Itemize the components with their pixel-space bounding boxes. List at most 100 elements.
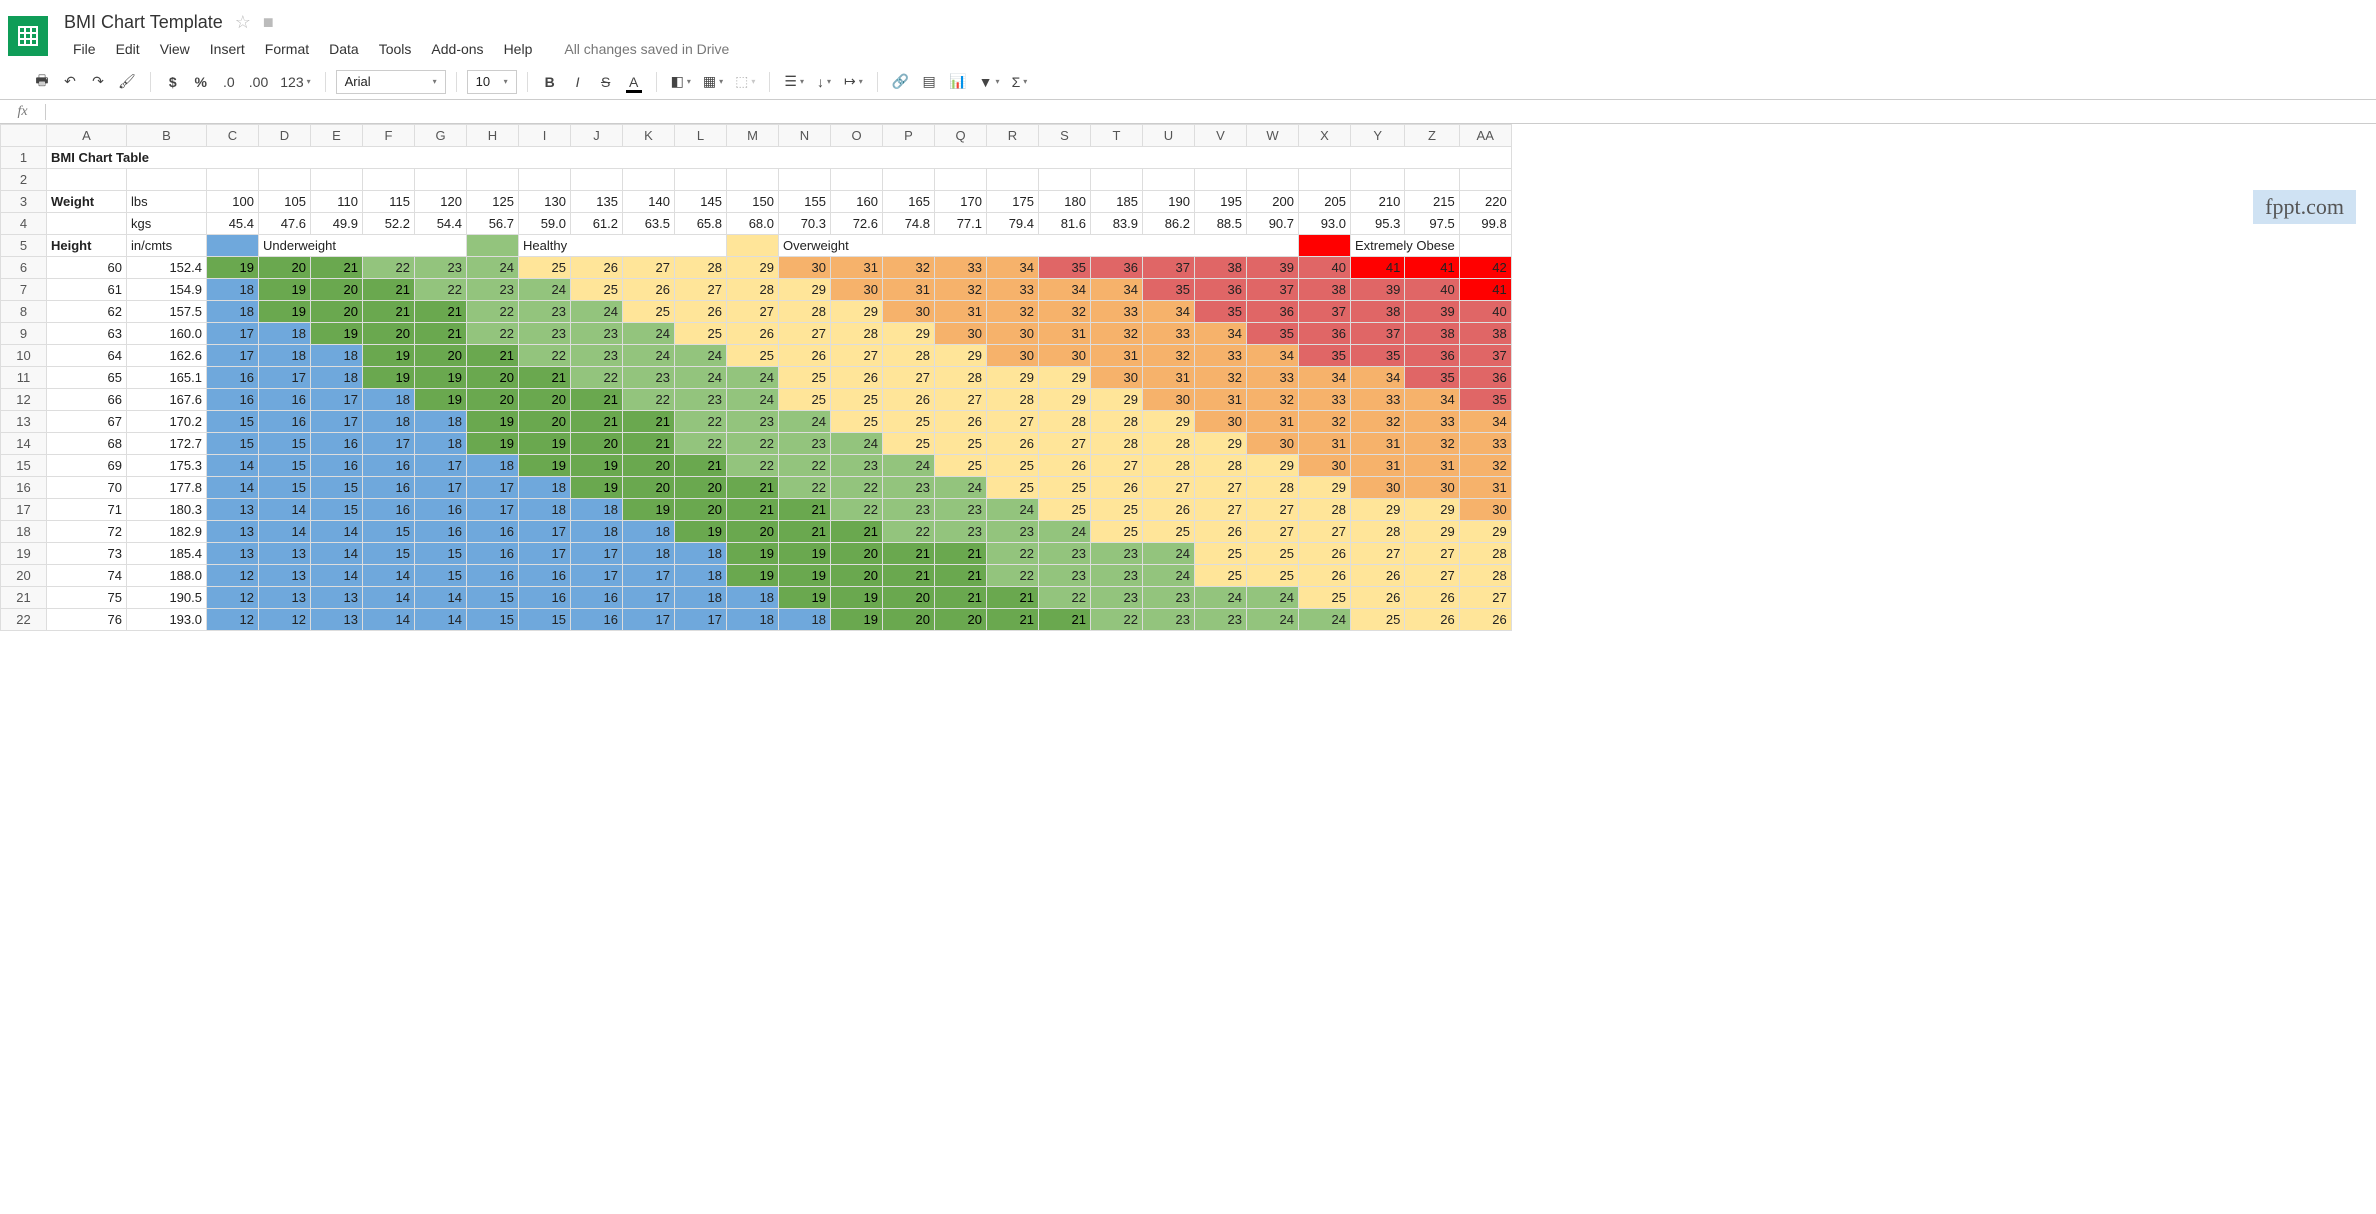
bmi-cell[interactable]: 27 [935, 389, 987, 411]
bmi-cell[interactable]: 26 [571, 257, 623, 279]
bmi-cell[interactable]: 26 [935, 411, 987, 433]
bmi-cell[interactable]: 23 [987, 521, 1039, 543]
bmi-cell[interactable]: 23 [935, 521, 987, 543]
bmi-cell[interactable]: 22 [779, 455, 831, 477]
bmi-cell[interactable]: 22 [831, 477, 883, 499]
bmi-cell[interactable]: 24 [727, 389, 779, 411]
row-header[interactable]: 4 [1, 213, 47, 235]
bmi-cell[interactable]: 41 [1351, 257, 1405, 279]
bmi-cell[interactable]: 26 [1351, 587, 1405, 609]
cell[interactable]: 220 [1459, 191, 1511, 213]
bmi-cell[interactable]: 17 [467, 477, 519, 499]
col-header[interactable]: J [571, 125, 623, 147]
bmi-cell[interactable]: 28 [1091, 433, 1143, 455]
bmi-cell[interactable]: 36 [1247, 301, 1299, 323]
bmi-cell[interactable]: 19 [831, 609, 883, 631]
bmi-cell[interactable]: 24 [571, 301, 623, 323]
bmi-cell[interactable]: 29 [1195, 433, 1247, 455]
bmi-cell[interactable]: 32 [1091, 323, 1143, 345]
bmi-cell[interactable]: 22 [779, 477, 831, 499]
bmi-cell[interactable]: 24 [467, 257, 519, 279]
bmi-cell[interactable]: 24 [1143, 565, 1195, 587]
bmi-cell[interactable]: 19 [363, 367, 415, 389]
bmi-cell[interactable]: 23 [727, 411, 779, 433]
cell[interactable]: 69 [47, 455, 127, 477]
bmi-cell[interactable]: 27 [1247, 499, 1299, 521]
menu-help[interactable]: Help [495, 37, 542, 61]
bmi-cell[interactable]: 19 [259, 301, 311, 323]
cell[interactable]: 83.9 [1091, 213, 1143, 235]
menu-data[interactable]: Data [320, 37, 368, 61]
bmi-cell[interactable]: 29 [779, 279, 831, 301]
bmi-cell[interactable]: 21 [467, 345, 519, 367]
bmi-cell[interactable]: 24 [675, 345, 727, 367]
bmi-cell[interactable]: 25 [571, 279, 623, 301]
bmi-cell[interactable]: 18 [415, 433, 467, 455]
cell[interactable]: 188.0 [127, 565, 207, 587]
bmi-cell[interactable]: 21 [727, 499, 779, 521]
bmi-cell[interactable]: 30 [779, 257, 831, 279]
bmi-cell[interactable]: 34 [1351, 367, 1405, 389]
bmi-cell[interactable]: 20 [571, 433, 623, 455]
row-header[interactable]: 10 [1, 345, 47, 367]
col-header[interactable]: V [1195, 125, 1247, 147]
bmi-cell[interactable]: 17 [675, 609, 727, 631]
col-header[interactable]: D [259, 125, 311, 147]
row-header[interactable]: 12 [1, 389, 47, 411]
bmi-cell[interactable]: 34 [1143, 301, 1195, 323]
bmi-cell[interactable]: 18 [727, 587, 779, 609]
cell[interactable]: 62 [47, 301, 127, 323]
bmi-cell[interactable]: 16 [415, 521, 467, 543]
print-icon[interactable]: 🖶 [30, 70, 54, 94]
legend-cell[interactable] [1299, 235, 1351, 257]
col-header[interactable]: P [883, 125, 935, 147]
bmi-cell[interactable]: 30 [1299, 455, 1351, 477]
bmi-cell[interactable]: 27 [779, 323, 831, 345]
cell[interactable] [1039, 169, 1091, 191]
bmi-cell[interactable]: 16 [467, 543, 519, 565]
bmi-cell[interactable]: 14 [415, 587, 467, 609]
bmi-cell[interactable]: 19 [363, 345, 415, 367]
cell[interactable]: 193.0 [127, 609, 207, 631]
bmi-cell[interactable]: 34 [1091, 279, 1143, 301]
bmi-cell[interactable]: 38 [1459, 323, 1511, 345]
bmi-cell[interactable]: 25 [1195, 543, 1247, 565]
bmi-cell[interactable]: 26 [1091, 477, 1143, 499]
bmi-cell[interactable]: 18 [363, 411, 415, 433]
bmi-cell[interactable]: 28 [727, 279, 779, 301]
bmi-cell[interactable]: 15 [311, 499, 363, 521]
bmi-cell[interactable]: 19 [311, 323, 363, 345]
col-header[interactable]: H [467, 125, 519, 147]
cell[interactable]: 86.2 [1143, 213, 1195, 235]
menu-view[interactable]: View [151, 37, 199, 61]
cell[interactable] [1247, 169, 1299, 191]
cell[interactable]: 185.4 [127, 543, 207, 565]
bmi-cell[interactable]: 30 [1459, 499, 1511, 521]
bmi-cell[interactable]: 23 [519, 323, 571, 345]
bmi-cell[interactable]: 21 [935, 587, 987, 609]
cell[interactable]: 160 [831, 191, 883, 213]
bmi-cell[interactable]: 21 [415, 301, 467, 323]
bmi-cell[interactable]: 20 [415, 345, 467, 367]
bmi-cell[interactable]: 25 [1247, 543, 1299, 565]
bmi-cell[interactable]: 18 [207, 301, 259, 323]
col-header[interactable]: C [207, 125, 259, 147]
bmi-cell[interactable]: 24 [1247, 587, 1299, 609]
bmi-cell[interactable]: 39 [1405, 301, 1459, 323]
cell[interactable] [311, 169, 363, 191]
row-header[interactable]: 17 [1, 499, 47, 521]
bmi-cell[interactable]: 15 [519, 609, 571, 631]
bmi-cell[interactable]: 25 [1299, 587, 1351, 609]
cell[interactable]: 59.0 [519, 213, 571, 235]
undo-icon[interactable]: ↶ [58, 70, 82, 94]
cell[interactable]: 152.4 [127, 257, 207, 279]
row-header[interactable]: 13 [1, 411, 47, 433]
bmi-cell[interactable]: 25 [519, 257, 571, 279]
bmi-cell[interactable]: 21 [987, 609, 1039, 631]
bmi-cell[interactable]: 33 [1143, 323, 1195, 345]
bmi-cell[interactable]: 16 [259, 389, 311, 411]
cell[interactable]: 185 [1091, 191, 1143, 213]
bold-icon[interactable]: B [538, 70, 562, 94]
cell[interactable]: 200 [1247, 191, 1299, 213]
bmi-cell[interactable]: 37 [1351, 323, 1405, 345]
